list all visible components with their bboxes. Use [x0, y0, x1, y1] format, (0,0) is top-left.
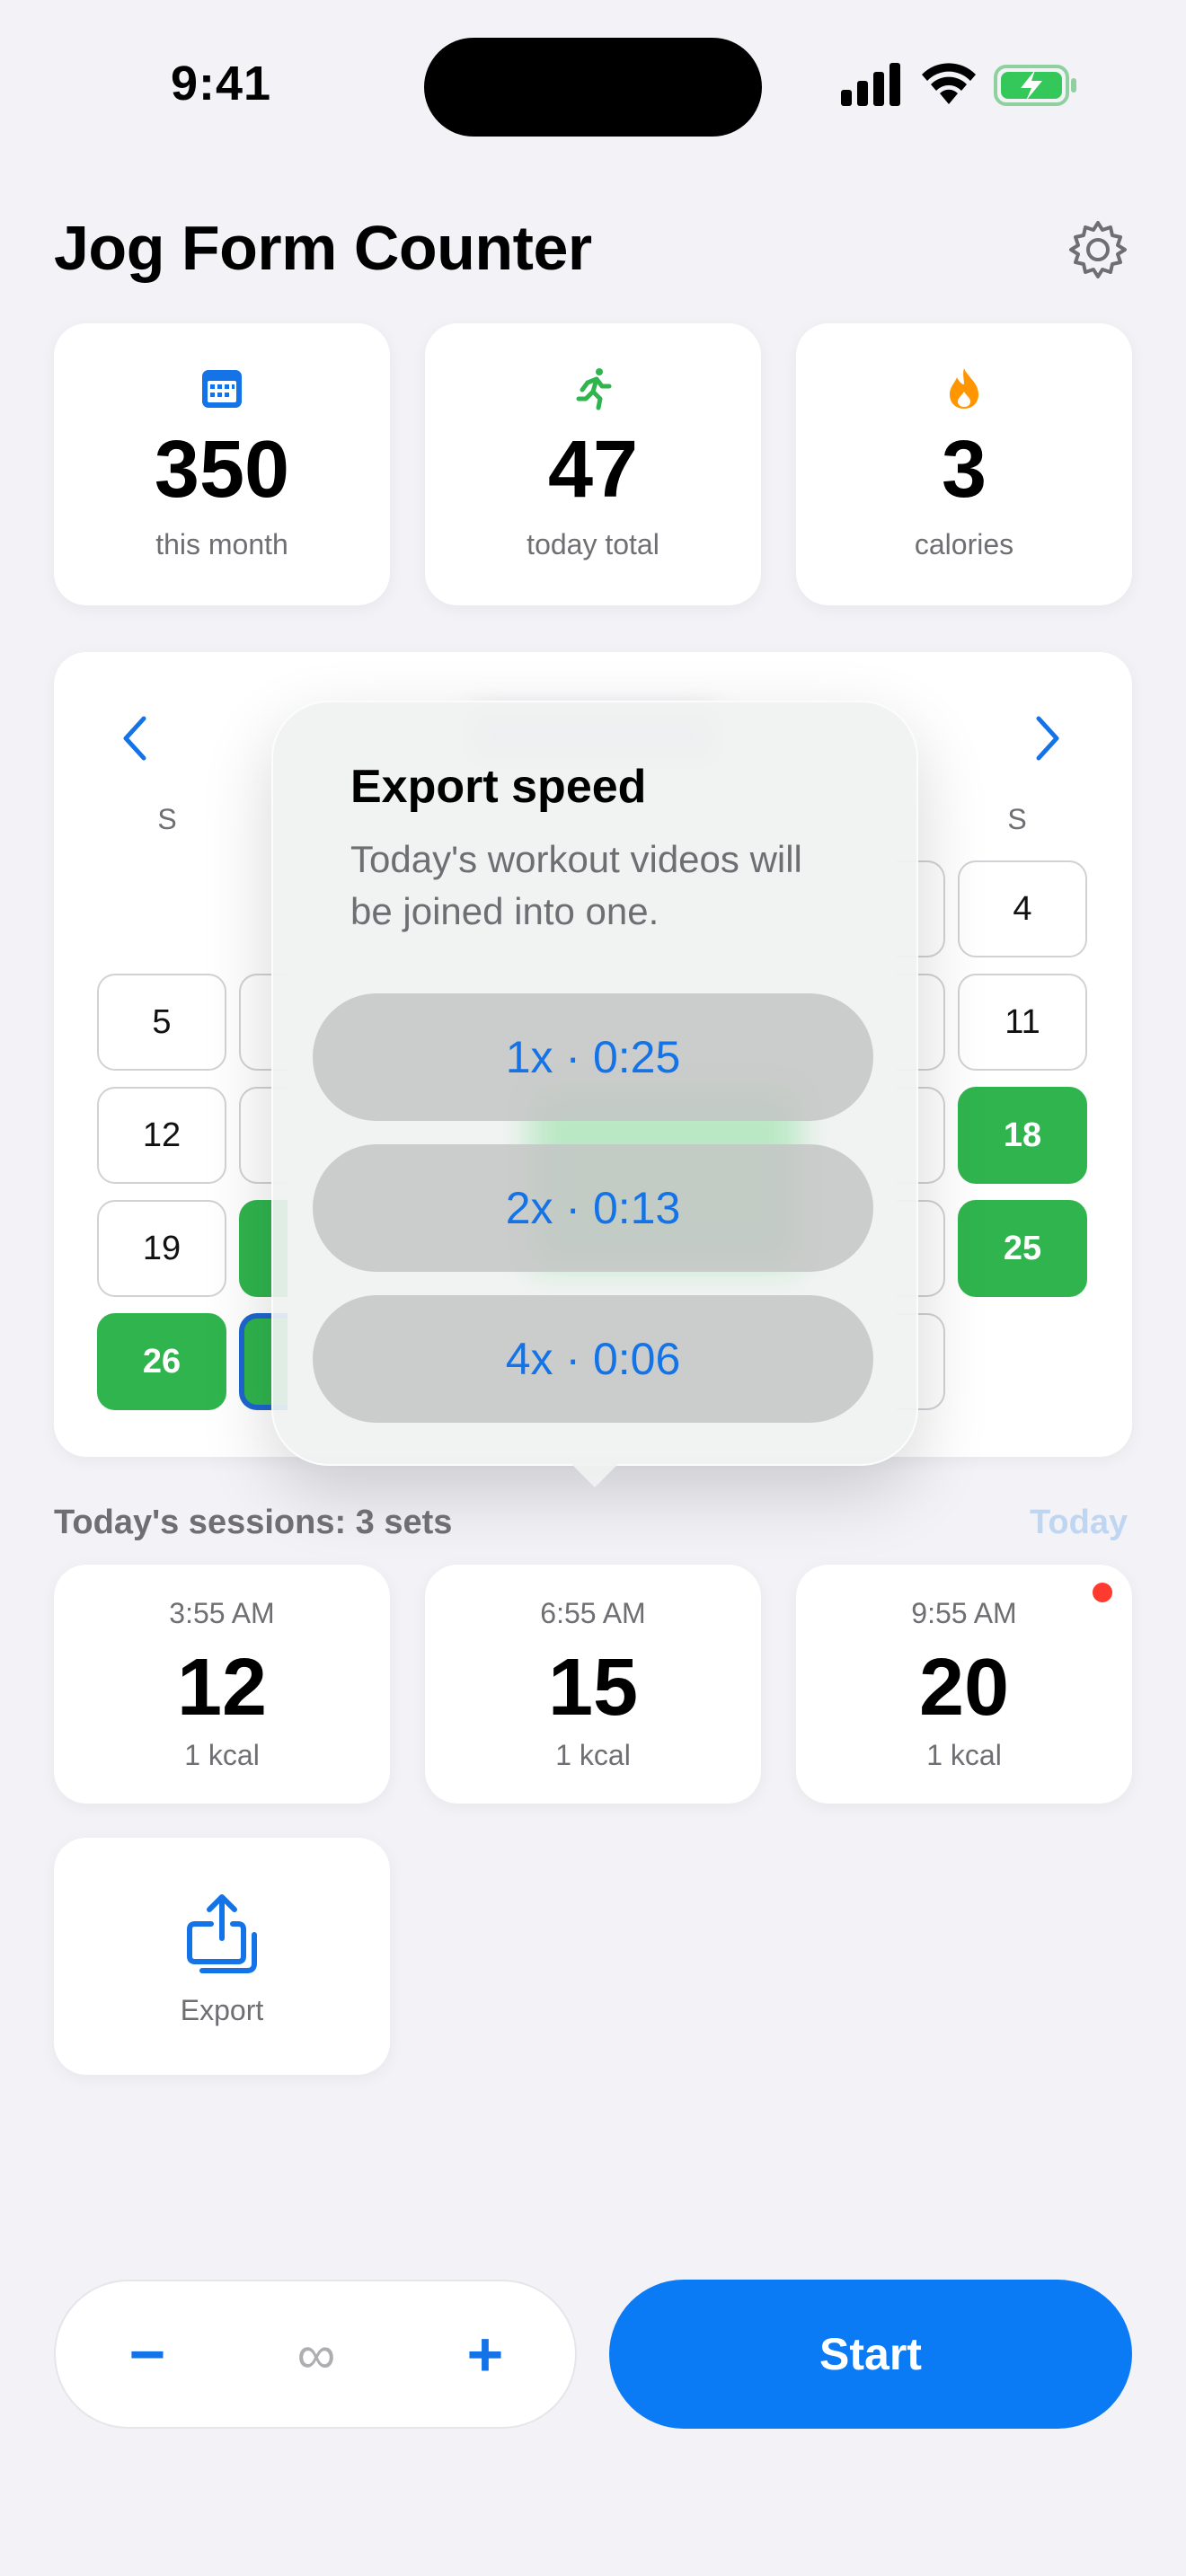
calendar-day[interactable]: 12 — [97, 1087, 226, 1184]
session-kcal: 1 kcal — [926, 1739, 1002, 1771]
calendar-day[interactable]: 4 — [958, 860, 1087, 957]
increment-button[interactable]: + — [431, 2281, 539, 2427]
chevron-left-icon[interactable] — [117, 711, 153, 765]
export-label: Export — [180, 1994, 264, 2026]
dynamic-island — [424, 38, 762, 137]
status-time: 9:41 — [171, 57, 272, 110]
session-card[interactable]: 9:55 AM 20 1 kcal — [796, 1565, 1132, 1804]
session-count: 12 — [176, 1643, 268, 1733]
gear-icon[interactable] — [1067, 219, 1128, 280]
session-count: 15 — [547, 1643, 639, 1733]
decrement-button[interactable]: − — [93, 2281, 201, 2427]
weekday-label: S — [157, 803, 177, 835]
stat-label: calories — [914, 528, 1014, 560]
stat-value: 350 — [154, 425, 290, 515]
calendar-day[interactable]: 18 — [958, 1087, 1087, 1184]
session-kcal: 1 kcal — [555, 1739, 631, 1771]
stat-value: 3 — [941, 425, 987, 515]
calendar-day[interactable]: 19 — [97, 1200, 226, 1297]
session-time: 6:55 AM — [540, 1597, 646, 1629]
calendar-day[interactable]: 25 — [958, 1200, 1087, 1297]
calendar-day[interactable]: 11 — [958, 974, 1087, 1071]
export-speed-4x-button[interactable]: 4x · 0:06 — [313, 1295, 873, 1423]
session-time: 3:55 AM — [169, 1597, 275, 1629]
flame-icon — [950, 368, 978, 409]
start-button[interactable]: Start — [609, 2280, 1132, 2429]
repeat-stepper: − ∞ + — [54, 2280, 577, 2429]
calendar-day[interactable]: 26 — [97, 1313, 226, 1410]
share-export-icon — [187, 1894, 257, 1973]
weekday-label: S — [1007, 803, 1027, 835]
runner-icon — [576, 368, 612, 410]
wifi-icon — [922, 63, 976, 104]
export-speed-1x-button[interactable]: 1x · 0:25 — [313, 993, 873, 1121]
cellular-signal-icon — [841, 63, 900, 106]
popover-message: Today's workout videos will be joined in… — [350, 838, 802, 932]
export-button[interactable]: Export — [54, 1838, 390, 2075]
stat-card-calories: 3 calories — [796, 323, 1132, 605]
session-card[interactable]: 6:55 AM 15 1 kcal — [425, 1565, 761, 1804]
session-kcal: 1 kcal — [184, 1739, 260, 1771]
battery-charging-icon — [994, 65, 1076, 106]
popover-arrow — [564, 1457, 625, 1487]
stat-value: 47 — [547, 425, 639, 515]
today-link[interactable]: Today — [1030, 1504, 1128, 1542]
session-time: 9:55 AM — [911, 1597, 1017, 1629]
stat-card-today: 47 today total — [425, 323, 761, 605]
stat-label: today total — [527, 528, 659, 560]
popover-title: Export speed — [350, 761, 647, 813]
chevron-right-icon[interactable] — [1030, 711, 1066, 765]
stat-card-month: 350 this month — [54, 323, 390, 605]
stat-label: this month — [155, 528, 288, 560]
session-count: 20 — [918, 1643, 1010, 1733]
export-speed-2x-button[interactable]: 2x · 0:13 — [313, 1144, 873, 1272]
recording-indicator-dot — [1093, 1583, 1112, 1602]
session-card[interactable]: 3:55 AM 12 1 kcal — [54, 1565, 390, 1804]
calendar-day[interactable]: 5 — [97, 974, 226, 1071]
page-title: Jog Form Counter — [54, 213, 592, 283]
calendar-icon — [202, 370, 242, 408]
sessions-title: Today's sessions: 3 sets — [54, 1504, 453, 1541]
repeat-value: ∞ — [296, 2324, 336, 2385]
